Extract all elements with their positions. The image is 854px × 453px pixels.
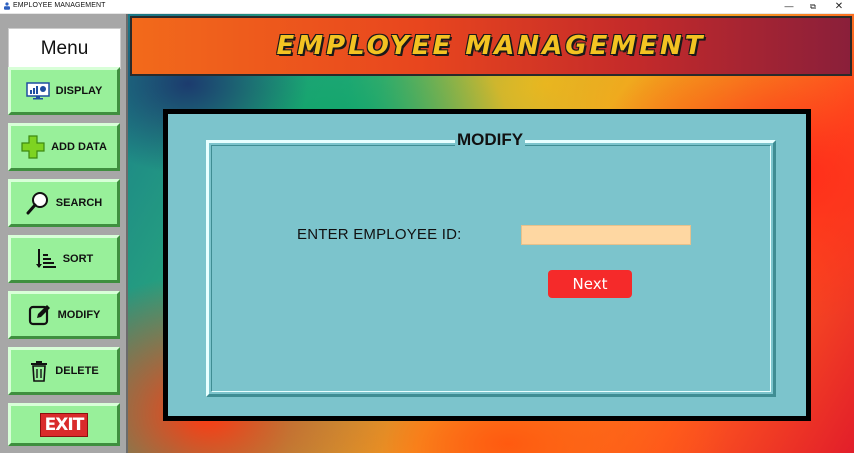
magnifier-icon: [26, 191, 50, 215]
app-icon: [4, 2, 10, 10]
employee-id-input[interactable]: [521, 225, 691, 245]
modify-panel: MODIFY ENTER EMPLOYEE ID: Next: [163, 109, 811, 421]
menu-title: Menu: [8, 28, 121, 69]
sort-icon: [35, 248, 57, 270]
exit-label: EXIT: [39, 412, 89, 437]
modify-label: MODIFY: [57, 309, 101, 321]
window-title: EMPLOYEE MANAGEMENT: [13, 2, 106, 9]
trash-icon: [29, 360, 49, 382]
restore-button[interactable]: ⧉: [800, 0, 826, 13]
sidebar: Menu DISPLAY ADD DATA SEARCH SORT MODIFY…: [0, 14, 128, 453]
modify-button[interactable]: MODIFY: [8, 291, 120, 339]
close-button[interactable]: ✕: [826, 0, 852, 13]
display-icon: [25, 82, 50, 100]
sort-button[interactable]: SORT: [8, 235, 120, 283]
frame-inner-border: [211, 145, 771, 392]
sort-label: SORT: [62, 253, 94, 265]
banner-title: Employee Management: [276, 31, 706, 61]
exit-button[interactable]: EXIT: [8, 403, 120, 446]
main-area: Employee Management MODIFY ENTER EMPLOYE…: [128, 14, 854, 453]
header-banner: Employee Management: [130, 16, 852, 76]
delete-label: DELETE: [55, 365, 99, 377]
next-button[interactable]: Next: [548, 270, 632, 298]
delete-button[interactable]: DELETE: [8, 347, 120, 395]
search-label: SEARCH: [55, 197, 103, 209]
modify-legend: MODIFY: [455, 130, 526, 150]
display-label: DISPLAY: [55, 85, 103, 97]
modify-group-frame: MODIFY ENTER EMPLOYEE ID: Next: [206, 130, 776, 397]
employee-id-label: ENTER EMPLOYEE ID:: [297, 226, 462, 243]
search-button[interactable]: SEARCH: [8, 179, 120, 227]
add-data-label: ADD DATA: [51, 141, 107, 153]
display-button[interactable]: DISPLAY: [8, 67, 120, 115]
add-data-button[interactable]: ADD DATA: [8, 123, 120, 171]
window-title-bar: EMPLOYEE MANAGEMENT — ⧉ ✕: [0, 0, 854, 14]
plus-icon: [21, 135, 45, 159]
edit-icon: [28, 303, 52, 327]
minimize-button[interactable]: —: [776, 0, 802, 13]
